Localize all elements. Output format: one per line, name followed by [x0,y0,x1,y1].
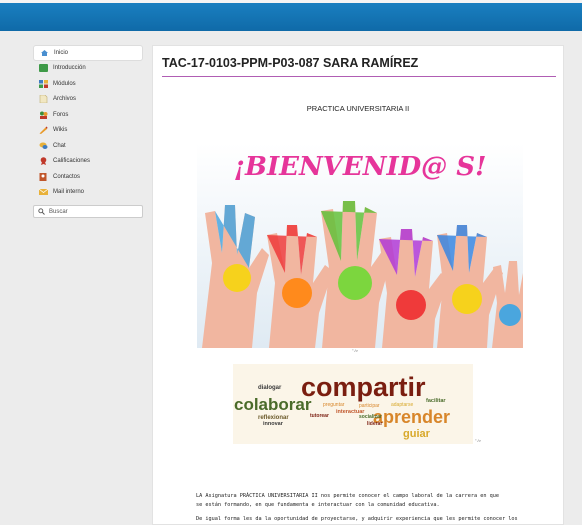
top-header-bar [0,0,582,31]
paragraph-line: LA Asignatura PRÁCTICA UNIVERSITARIA II … [196,493,499,499]
word-cloud-word: facilitar [426,398,446,404]
forum-icon [39,111,48,119]
nav-item-foros[interactable]: Foros [33,107,143,123]
intro-paragraph: LA Asignatura PRÁCTICA UNIVERSITARIA II … [196,492,531,510]
word-cloud-word: innovar [263,421,284,427]
search-button[interactable]: Buscar [33,205,143,218]
nav-item-label: Foros [53,111,69,118]
nav-item-label: Mail interno [53,189,85,196]
nav-item-wikis[interactable]: Wikis [33,123,143,139]
nav-item-inicio[interactable]: Inicio [33,45,143,61]
sidebar-nav: Inicio Introducción Módulos Archivos For… [33,45,143,218]
paragraph-line: se están formando, en que fundamenta e i… [196,502,440,508]
grades-icon [39,157,48,166]
contacts-icon [39,172,48,181]
nav-item-introduccion[interactable]: Introducción [33,61,143,77]
nav-item-label: Módulos [53,80,76,87]
word-cloud-word: preguntar [323,402,345,408]
welcome-banner-image: ¡BIENVENID@ S! [197,143,523,348]
nav-item-modulos[interactable]: Módulos [33,76,143,92]
word-cloud-word: compartir [301,372,426,402]
word-cloud-word: guiar [403,428,431,440]
word-cloud-word: adaptarse [391,402,413,408]
image-caption: " /> [475,438,481,443]
nav-item-contactos[interactable]: Contactos [33,169,143,185]
home-icon [40,49,49,57]
word-cloud-word: socializar [359,414,382,420]
files-icon [39,94,48,104]
search-icon [38,208,45,215]
nav-item-label: Contactos [53,173,81,180]
word-cloud-word: aprender [373,407,450,427]
word-cloud-word: liderar [367,421,382,427]
modules-icon [39,79,48,88]
page-title: TAC-17-0103-PPM-P03-087 SARA RAMÍREZ [162,56,419,70]
nav-item-label: Introducción [53,65,86,72]
word-cloud-image: compartir colaborar aprender guiar dialo… [233,364,473,444]
intro-icon [39,64,48,73]
nav-item-label: Archivos [53,96,77,103]
main-content-panel: TAC-17-0103-PPM-P03-087 SARA RAMÍREZ PRA… [152,45,564,525]
second-paragraph: De igual forma les da la oportunidad de … [196,515,531,524]
image-caption: " /> [352,348,358,353]
word-cloud-word: dialogar [258,385,282,391]
nav-item-label: Calificaciones [53,158,91,165]
nav-item-mail-interno[interactable]: Mail interno [33,185,143,201]
welcome-banner-text: ¡BIENVENID@ S! [234,152,487,182]
mail-icon [38,188,49,196]
title-divider [162,76,556,77]
nav-item-calificaciones[interactable]: Calificaciones [33,154,143,170]
word-cloud-word: tutorear [310,413,329,419]
course-subtitle: PRACTICA UNIVERSITARIA II [306,104,410,113]
word-cloud-word: colaborar [234,395,312,414]
nav-item-archivos[interactable]: Archivos [33,92,143,108]
chat-icon [39,142,48,150]
nav-item-chat[interactable]: Chat [33,138,143,154]
paragraph-line: De igual forma les da la oportunidad de … [196,516,518,522]
word-cloud-word: participar [359,403,380,409]
search-label: Buscar [49,208,68,215]
nav-item-label: Wikis [53,127,68,134]
nav-item-label: Inicio [54,49,69,56]
nav-item-label: Chat [53,142,66,149]
wiki-icon [39,126,48,135]
